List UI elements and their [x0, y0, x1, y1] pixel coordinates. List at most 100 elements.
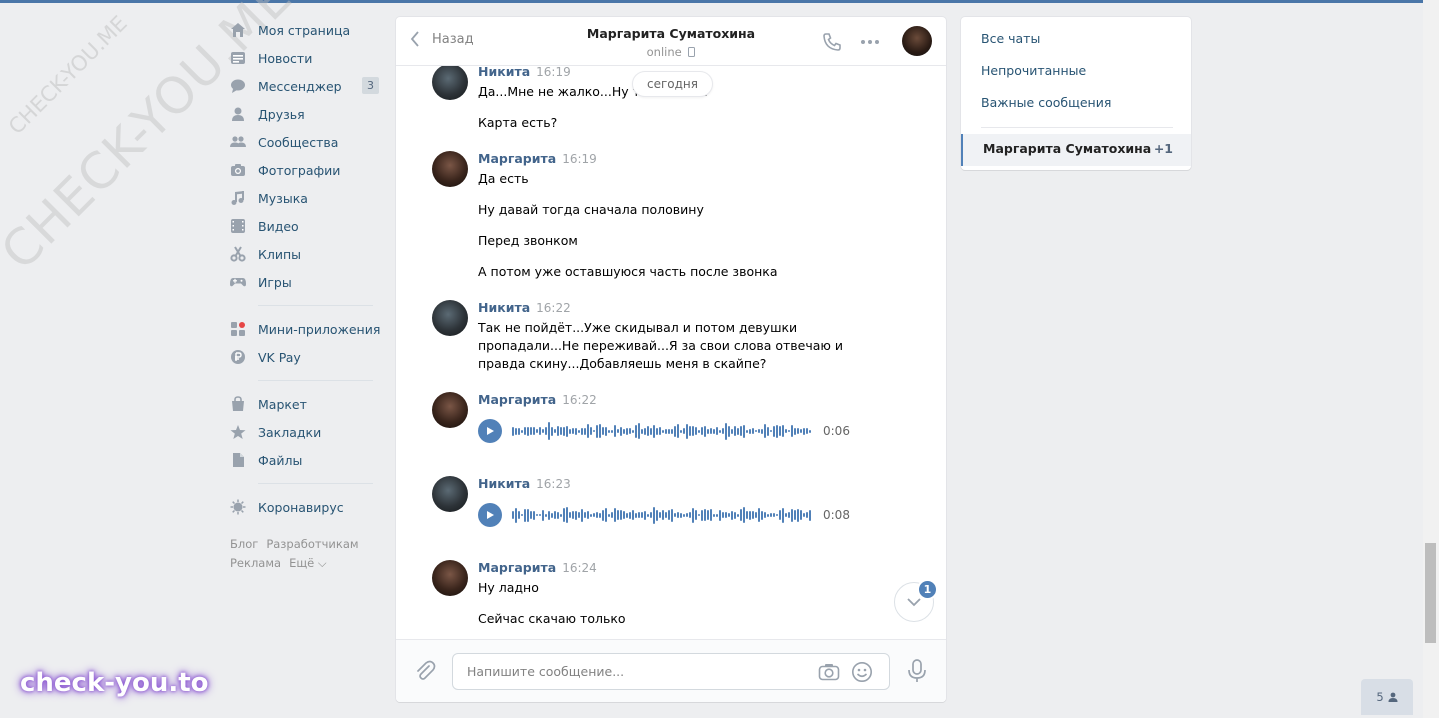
nav-item-photos[interactable]: Фотографии — [230, 156, 385, 184]
message-author[interactable]: Никита — [478, 66, 530, 79]
nav-divider — [258, 380, 373, 381]
filter-important[interactable]: Важные сообщения — [961, 89, 1191, 121]
waveform-bar — [521, 429, 523, 433]
microphone-icon[interactable] — [906, 659, 928, 683]
waveform-bar — [608, 429, 610, 433]
waveform-bar — [620, 426, 622, 436]
message-author[interactable]: Маргарита — [478, 392, 556, 407]
nav-item-market[interactable]: Маркет — [230, 390, 385, 418]
nav-item-music[interactable]: Музыка — [230, 184, 385, 212]
message-history[interactable]: Никита 16:19 Да...Мне не жалко...Ну так и… — [396, 66, 946, 640]
waveform-bar — [653, 424, 655, 438]
footer-link-more[interactable]: Ещё ⌵ — [289, 556, 327, 570]
waveform-bar — [524, 508, 526, 522]
more-button[interactable] — [860, 32, 880, 52]
message-author[interactable]: Маргарита — [478, 560, 556, 575]
mobile-icon — [688, 47, 696, 57]
voice-waveform[interactable] — [512, 503, 811, 527]
waveform-bar — [719, 509, 721, 521]
waveform-bar — [713, 428, 715, 434]
avatar[interactable] — [432, 300, 468, 336]
nav-item-my-page[interactable]: Моя страница — [230, 16, 385, 44]
nav-item-news[interactable]: Новости — [230, 44, 385, 72]
waveform-bar — [671, 428, 673, 434]
nav-item-mini-apps[interactable]: Мини-приложения — [230, 315, 385, 343]
nav-item-label: Коронавирус — [258, 499, 344, 515]
waveform-bar — [623, 511, 625, 519]
nav-item-messenger[interactable]: Мессенджер 3 — [230, 72, 385, 100]
message-author[interactable]: Никита — [478, 300, 530, 315]
waveform-bar — [584, 512, 586, 518]
waveform-bar — [680, 512, 682, 518]
play-button[interactable] — [478, 503, 502, 527]
footer-link-developers[interactable]: Разработчикам — [266, 537, 358, 551]
date-chip: сегодня — [632, 71, 713, 97]
friends-online-tray[interactable]: 5 — [1361, 679, 1413, 715]
waveform-bar — [656, 509, 658, 521]
waveform-bar — [632, 429, 634, 433]
scrollbar-thumb[interactable] — [1425, 543, 1436, 643]
message-author[interactable]: Никита — [478, 476, 530, 491]
voice-duration: 0:08 — [823, 508, 850, 522]
waveform-bar — [521, 514, 523, 516]
waveform-bar — [689, 426, 691, 436]
waveform-bar — [695, 510, 697, 520]
camera-icon[interactable] — [818, 661, 840, 683]
waveform-bar — [611, 429, 613, 433]
waveform-bar — [563, 426, 565, 436]
nav-item-games[interactable]: Игры — [230, 268, 385, 296]
message-time: 16:22 — [536, 301, 571, 315]
nav-divider — [258, 305, 373, 306]
message-time: 16:23 — [536, 477, 571, 491]
waveform-bar — [785, 429, 787, 433]
footer-link-ads[interactable]: Реклама — [230, 556, 281, 570]
play-button[interactable] — [478, 419, 502, 443]
waveform-bar — [737, 513, 739, 517]
waveform-bar — [800, 510, 802, 520]
waveform-bar — [539, 514, 541, 516]
chat-avatar[interactable] — [902, 26, 932, 56]
waveform-bar — [767, 426, 769, 436]
waveform-bar — [662, 429, 664, 433]
message-author[interactable]: Маргарита — [478, 151, 556, 166]
home-icon — [230, 22, 246, 38]
waveform-bar — [755, 512, 757, 518]
message-item: Маргарита 16:22 0:06 — [432, 392, 892, 443]
avatar[interactable] — [432, 66, 468, 100]
nav-item-friends[interactable]: Друзья — [230, 100, 385, 128]
nav-item-video[interactable]: Видео — [230, 212, 385, 240]
waveform-bar — [728, 513, 730, 517]
chevron-down-icon — [907, 598, 921, 607]
footer-link-blog[interactable]: Блог — [230, 537, 258, 551]
avatar[interactable] — [432, 560, 468, 596]
waveform-bar — [800, 429, 802, 433]
waveform-bar — [731, 510, 733, 520]
waveform-bar — [683, 428, 685, 434]
avatar[interactable] — [432, 476, 468, 512]
waveform-bar — [683, 513, 685, 517]
waveform-bar — [665, 512, 667, 518]
waveform-bar — [518, 511, 520, 519]
nav-item-files[interactable]: Файлы — [230, 446, 385, 474]
waveform-bar — [677, 512, 679, 518]
filter-all-chats[interactable]: Все чаты — [961, 25, 1191, 57]
camera-icon — [230, 162, 246, 178]
paperclip-icon[interactable] — [414, 660, 436, 682]
voice-waveform[interactable] — [512, 419, 811, 443]
nav-item-communities[interactable]: Сообщества — [230, 128, 385, 156]
nav-item-vk-pay[interactable]: VK Pay — [230, 343, 385, 371]
filter-unread[interactable]: Непрочитанные — [961, 57, 1191, 89]
waveform-bar — [545, 427, 547, 435]
waveform-bar — [563, 508, 565, 522]
avatar[interactable] — [432, 392, 468, 428]
call-button[interactable] — [822, 32, 842, 52]
emoji-icon[interactable] — [851, 661, 873, 683]
waveform-bar — [527, 426, 529, 436]
nav-item-coronavirus[interactable]: Коронавирус — [230, 493, 385, 521]
message-text: Карта есть? — [478, 115, 558, 130]
active-chat-item[interactable]: Маргарита Суматохина +1 — [961, 134, 1191, 166]
avatar[interactable] — [432, 151, 468, 187]
nav-item-bookmarks[interactable]: Закладки — [230, 418, 385, 446]
waveform-bar — [512, 511, 514, 519]
nav-item-clips[interactable]: Клипы — [230, 240, 385, 268]
